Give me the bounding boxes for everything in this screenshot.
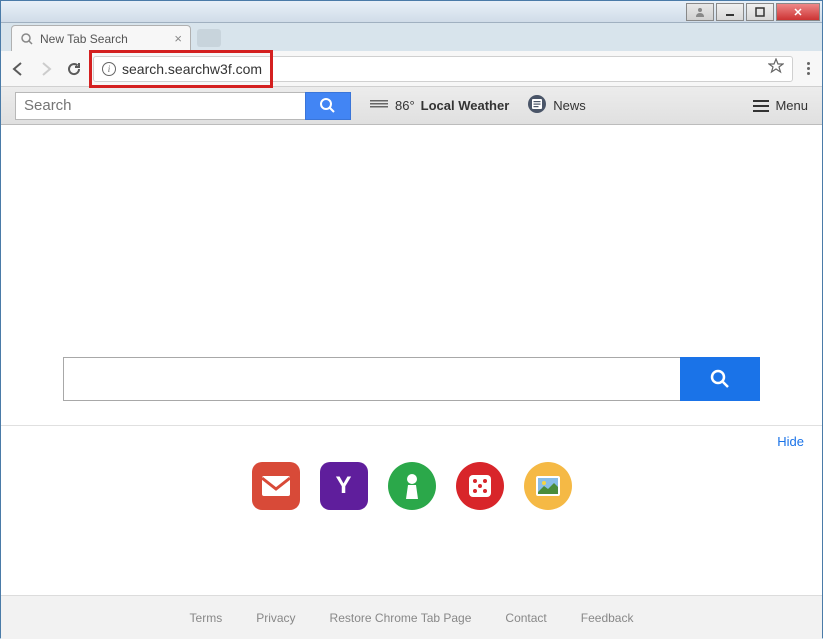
tile-games[interactable] (388, 462, 436, 510)
hamburger-icon (753, 100, 769, 112)
chrome-menu-button[interactable] (803, 58, 814, 79)
tab-title: New Tab Search (40, 32, 128, 46)
menu-button[interactable]: Menu (753, 98, 808, 113)
url-input[interactable] (122, 61, 762, 77)
tile-yahoo[interactable]: Y (320, 462, 368, 510)
news-icon (527, 94, 547, 117)
photo-icon (534, 474, 562, 498)
main-search (63, 357, 760, 401)
page-toolbar: 86° Local Weather News Menu (1, 87, 822, 125)
dice-icon (465, 471, 495, 501)
tile-dice[interactable] (456, 462, 504, 510)
tab-close-icon[interactable]: × (174, 31, 182, 46)
weather-label: Local Weather (421, 98, 510, 113)
site-info-icon[interactable]: i (102, 62, 116, 76)
window-close-button[interactable] (776, 3, 820, 21)
tile-gmail[interactable] (252, 462, 300, 510)
weather-icon (369, 96, 389, 115)
yahoo-icon: Y (335, 472, 351, 500)
minimize-button[interactable] (716, 3, 744, 21)
main-search-input[interactable] (63, 357, 680, 401)
main-search-button[interactable] (680, 357, 760, 401)
back-button[interactable] (9, 60, 27, 78)
new-tab-button[interactable] (197, 29, 221, 47)
toolbar-search-input[interactable] (15, 92, 305, 120)
news-link[interactable]: News (527, 94, 586, 117)
address-bar[interactable]: i (93, 56, 793, 82)
pawn-icon (400, 471, 424, 501)
weather-widget[interactable]: 86° Local Weather (369, 96, 509, 115)
bookmark-star-icon[interactable] (768, 58, 784, 79)
browser-tab[interactable]: New Tab Search × (11, 25, 191, 51)
footer-link-feedback[interactable]: Feedback (581, 611, 634, 625)
hide-link[interactable]: Hide (777, 434, 804, 449)
quick-links: Y (1, 462, 822, 510)
quick-links-section: Hide Y (1, 425, 822, 510)
footer: Terms Privacy Restore Chrome Tab Page Co… (1, 595, 822, 639)
footer-link-privacy[interactable]: Privacy (256, 611, 295, 625)
window-titlebar (1, 1, 822, 23)
tile-photo[interactable] (524, 462, 572, 510)
toolbar-search-button[interactable] (305, 92, 351, 120)
toolbar-search (15, 92, 351, 120)
footer-link-terms[interactable]: Terms (190, 611, 223, 625)
reload-button[interactable] (65, 60, 83, 78)
footer-link-restore[interactable]: Restore Chrome Tab Page (330, 611, 472, 625)
news-label: News (553, 98, 586, 113)
tab-strip: New Tab Search × (1, 23, 822, 51)
footer-link-contact[interactable]: Contact (505, 611, 546, 625)
navigation-bar: i (1, 51, 822, 87)
page-content: Hide Y (1, 125, 822, 595)
menu-label: Menu (775, 98, 808, 113)
forward-button (37, 60, 55, 78)
search-icon (20, 32, 34, 46)
envelope-icon (262, 476, 290, 496)
weather-temp: 86° (395, 98, 415, 113)
browser-window: New Tab Search × i 86° Local Weather (0, 0, 823, 638)
user-button[interactable] (686, 3, 714, 21)
maximize-button[interactable] (746, 3, 774, 21)
